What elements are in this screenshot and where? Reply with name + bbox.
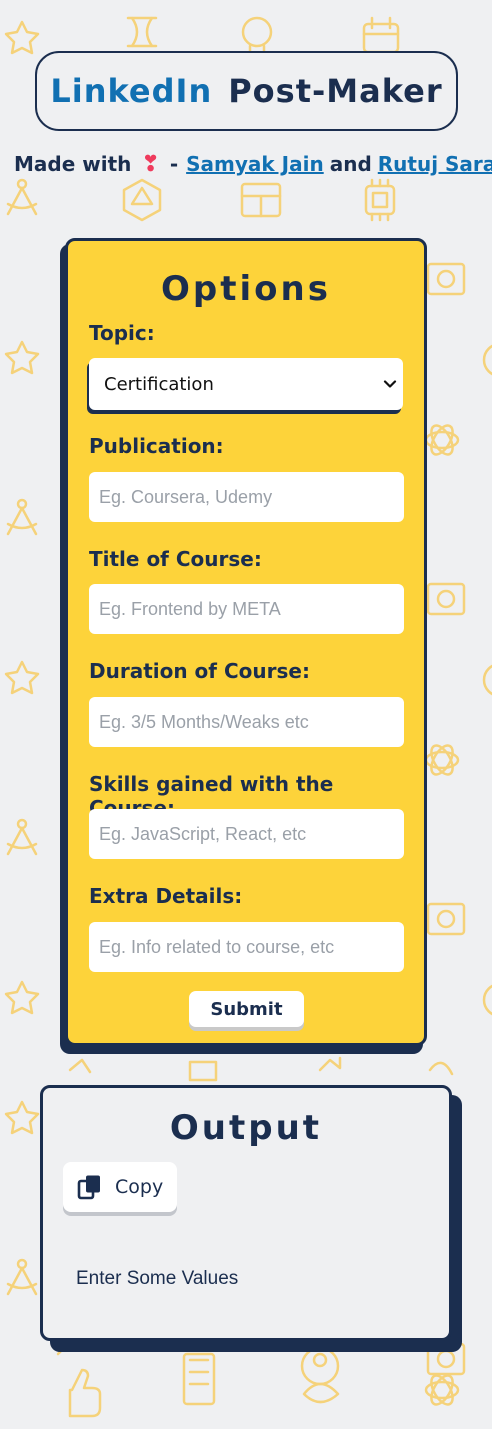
output-heading: Output xyxy=(169,1108,323,1148)
copy-icon xyxy=(77,1175,100,1200)
author-link-samyak[interactable]: Samyak Jain xyxy=(186,152,324,176)
heart-icon: ❣ xyxy=(141,151,160,177)
chevron-down-icon xyxy=(383,380,397,388)
topic-label: Topic: xyxy=(89,321,155,345)
credits-line: Made with ❣ - Samyak Jain and Rutuj Sara… xyxy=(14,148,492,180)
options-panel: Options Topic: Certification Publication… xyxy=(65,238,427,1046)
duration-input[interactable] xyxy=(89,697,404,747)
author-link-rutuj[interactable]: Rutuj Saraf xyxy=(378,152,492,176)
output-text: Enter Some Values xyxy=(76,1268,239,1289)
app-title-box: LinkedIn Post-Maker xyxy=(35,51,458,131)
made-with-label: Made with xyxy=(14,152,132,176)
extra-details-label: Extra Details: xyxy=(89,884,243,908)
title-linkedin: LinkedIn xyxy=(50,72,213,110)
skills-input[interactable] xyxy=(89,809,404,859)
extra-details-input[interactable] xyxy=(89,922,404,972)
course-title-input[interactable] xyxy=(89,584,404,634)
credits-and: and xyxy=(329,152,372,176)
credits-dash: - xyxy=(169,152,179,176)
star-pattern-icon xyxy=(4,20,40,55)
options-heading: Options xyxy=(161,269,331,309)
topic-selected-value: Certification xyxy=(104,373,214,395)
copy-label: Copy xyxy=(115,1176,164,1198)
publication-label: Publication: xyxy=(89,434,224,458)
course-title-label: Title of Course: xyxy=(89,547,262,571)
title-post-maker: Post-Maker xyxy=(228,72,443,110)
output-panel: Output Copy Enter Some Values xyxy=(40,1085,452,1341)
topic-select[interactable]: Certification xyxy=(89,358,403,410)
submit-button[interactable]: Submit xyxy=(189,991,304,1027)
copy-button[interactable]: Copy xyxy=(63,1162,177,1212)
publication-input[interactable] xyxy=(89,472,404,522)
duration-label: Duration of Course: xyxy=(89,659,310,683)
